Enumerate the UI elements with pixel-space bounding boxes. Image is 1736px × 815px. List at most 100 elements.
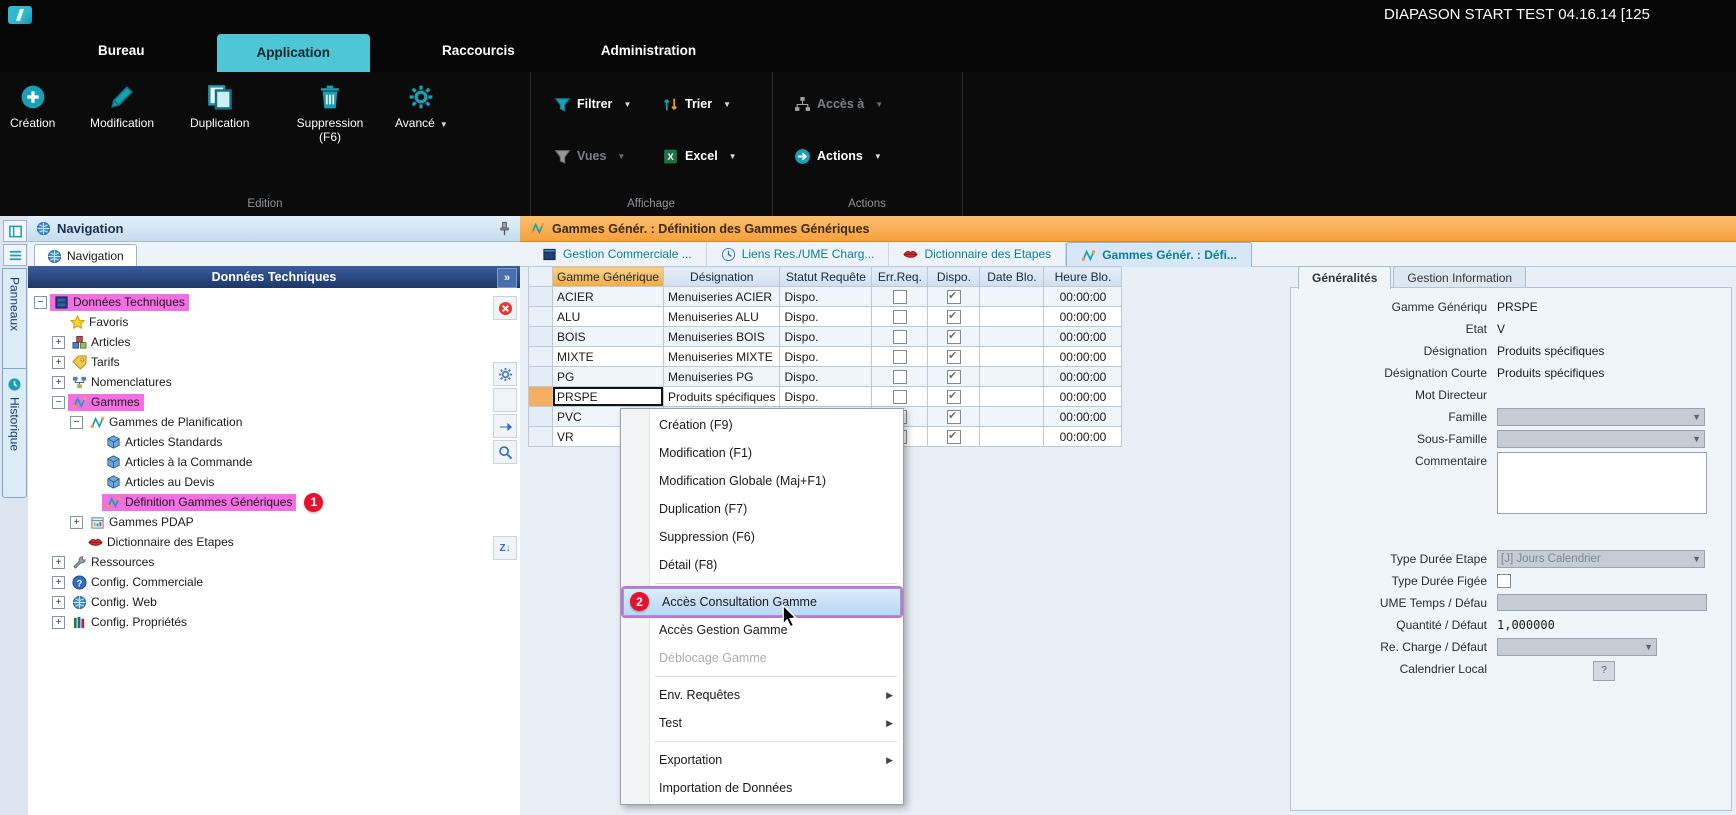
table-cell[interactable]: ALU [553, 307, 664, 327]
checkbox[interactable] [947, 310, 961, 324]
table-cell[interactable] [980, 307, 1044, 327]
tree-expander[interactable]: + [52, 616, 65, 629]
tree-item[interactable]: Articles à la Commande [28, 452, 490, 472]
context-menu-item[interactable]: Création (F9) [621, 411, 903, 439]
detail-tab[interactable]: Généralités [1298, 266, 1391, 289]
row-selector[interactable] [529, 347, 553, 367]
table-cell[interactable]: PRSPE [553, 387, 664, 407]
panels-toggle-button[interactable] [3, 220, 27, 242]
table-cell[interactable]: Menuiseries MIXTE [664, 347, 780, 367]
search-button[interactable] [493, 440, 517, 464]
tree-expander[interactable]: − [70, 416, 83, 429]
calendrier-local-button[interactable]: ? [1593, 661, 1615, 681]
column-header[interactable]: Gamme Générique [553, 267, 664, 287]
tree-expander[interactable]: + [52, 556, 65, 569]
favorite-star-button[interactable] [493, 388, 517, 412]
tree-expander[interactable]: + [52, 376, 65, 389]
table-cell[interactable]: 00:00:00 [1044, 367, 1122, 387]
table-cell[interactable] [872, 327, 928, 347]
table-cell[interactable]: PG [553, 367, 664, 387]
sort-z-button[interactable]: Z↓ [493, 536, 517, 560]
avance-button[interactable]: Avancé▼ [395, 84, 448, 130]
tree-item[interactable]: +Ressources [28, 552, 490, 572]
options-gear-button[interactable] [493, 362, 517, 386]
table-cell[interactable]: 00:00:00 [1044, 287, 1122, 307]
column-header[interactable]: Heure Blo. [1044, 267, 1122, 287]
table-row[interactable]: MIXTEMenuiseries MIXTEDispo.00:00:00 [529, 347, 1122, 367]
table-row[interactable]: BOISMenuiseries BOISDispo.00:00:00 [529, 327, 1122, 347]
tree-item[interactable]: +Nomenclatures [28, 372, 490, 392]
trier-button[interactable]: Trier ▼ [662, 92, 731, 116]
row-selector[interactable] [529, 407, 553, 427]
checkbox[interactable] [947, 390, 961, 404]
table-cell[interactable] [872, 367, 928, 387]
menu-tab-raccourcis[interactable]: Raccourcis [428, 30, 529, 72]
context-menu-item[interactable]: Accès Consultation Gamme2 [623, 588, 901, 616]
column-header[interactable]: Statut Requête [780, 267, 872, 287]
comment-textarea[interactable] [1497, 452, 1707, 514]
checkbox[interactable] [947, 290, 961, 304]
tree-item[interactable]: −Gammes [28, 392, 490, 412]
table-cell[interactable] [872, 347, 928, 367]
table-cell[interactable]: Menuiseries ACIER [664, 287, 780, 307]
tree-item[interactable]: Favoris [28, 312, 490, 332]
table-cell[interactable] [980, 347, 1044, 367]
table-row[interactable]: PGMenuiseries PGDispo. 00:00:00 [529, 367, 1122, 387]
table-row[interactable]: ALUMenuiseries ALUDispo.00:00:00 [529, 307, 1122, 327]
table-cell[interactable]: Produits spécifiques [664, 387, 780, 407]
table-cell[interactable]: Dispo. [780, 327, 872, 347]
checkbox[interactable] [893, 370, 907, 384]
table-row[interactable]: PRSPEProduits spécifiquesDispo.00:00:00 [529, 387, 1122, 407]
table-cell[interactable]: BOIS [553, 327, 664, 347]
table-cell[interactable] [928, 347, 980, 367]
document-tab[interactable]: Gestion Commerciale ... [528, 242, 707, 266]
tree-expander[interactable]: − [34, 296, 47, 309]
row-selector[interactable] [529, 427, 553, 447]
table-cell[interactable] [928, 327, 980, 347]
table-cell[interactable] [980, 287, 1044, 307]
tree-item[interactable]: Définition Gammes Génériques1 [28, 492, 490, 512]
document-tab[interactable]: Liens Res./UME Charg... [707, 242, 890, 266]
table-cell[interactable] [928, 367, 980, 387]
table-cell[interactable] [928, 407, 980, 427]
context-menu-item[interactable]: Env. Requêtes▶ [621, 681, 903, 709]
table-row[interactable]: ACIERMenuiseries ACIERDispo.00:00:00 [529, 287, 1122, 307]
table-cell[interactable]: Dispo. [780, 347, 872, 367]
table-cell[interactable] [872, 307, 928, 327]
context-menu-item[interactable]: Modification (F1) [621, 439, 903, 467]
context-menu-item[interactable]: Modification Globale (Maj+F1) [621, 467, 903, 495]
table-cell[interactable] [980, 407, 1044, 427]
detail-tab[interactable]: Gestion Information [1393, 266, 1526, 289]
table-cell[interactable]: 00:00:00 [1044, 387, 1122, 407]
table-cell[interactable] [980, 427, 1044, 447]
table-cell[interactable]: Dispo. [780, 367, 872, 387]
document-tab[interactable]: Dictionnaire des Etapes [889, 242, 1066, 266]
tree-item[interactable]: +Articles [28, 332, 490, 352]
close-red-button[interactable] [493, 296, 517, 320]
tree-item[interactable]: +Gammes PDAP [28, 512, 490, 532]
dock-tab-panneaux[interactable]: Panneaux [2, 268, 27, 374]
table-cell[interactable]: Dispo. [780, 307, 872, 327]
table-cell[interactable] [872, 287, 928, 307]
tree-item[interactable]: +Config. Web [28, 592, 490, 612]
menu-tab-bureau[interactable]: Bureau [84, 30, 159, 72]
layout-toggle-button[interactable] [3, 244, 27, 266]
column-header[interactable]: Désignation [664, 267, 780, 287]
context-menu-item[interactable]: Exportation▶ [621, 746, 903, 774]
creation-button[interactable]: Création [10, 84, 55, 130]
tree-expander[interactable]: + [52, 576, 65, 589]
checkbox[interactable] [893, 310, 907, 324]
suppression-button[interactable]: Suppression (F6) [285, 84, 375, 144]
tree-item[interactable]: Dictionnaire des Etapes [28, 532, 490, 552]
table-cell[interactable]: 00:00:00 [1044, 347, 1122, 367]
table-cell[interactable]: 00:00:00 [1044, 407, 1122, 427]
table-cell[interactable]: Menuiseries PG [664, 367, 780, 387]
checkbox[interactable] [893, 350, 907, 364]
tree-expander[interactable]: + [52, 336, 65, 349]
tree-item[interactable]: Articles Standards [28, 432, 490, 452]
context-menu-item[interactable]: Accès Gestion Gamme [621, 616, 903, 644]
tree-item[interactable]: −Gammes de Planification [28, 412, 490, 432]
checkbox[interactable] [947, 410, 961, 424]
table-cell[interactable]: 00:00:00 [1044, 427, 1122, 447]
tree-expander[interactable]: + [52, 596, 65, 609]
